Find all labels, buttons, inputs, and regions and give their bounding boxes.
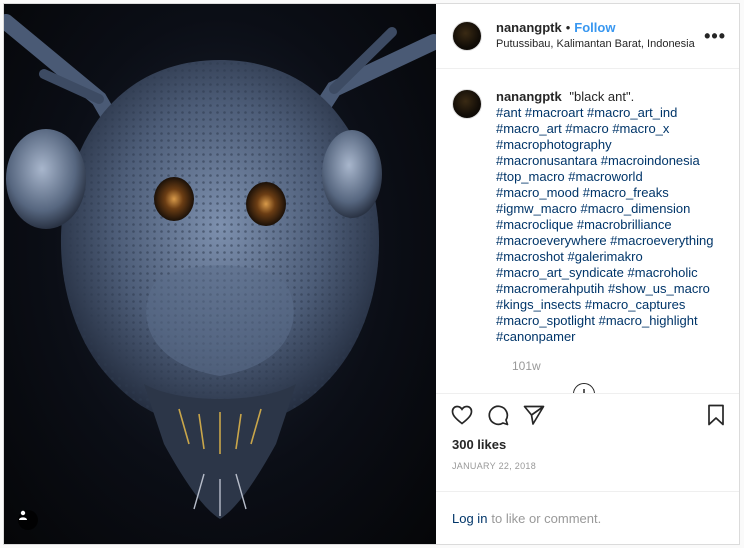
caption-text: "black ant". xyxy=(569,89,635,104)
hashtag-line[interactable]: #macroclique #macrobrilliance xyxy=(496,217,726,233)
author-avatar[interactable] xyxy=(452,21,482,51)
hashtag-line[interactable]: #macro_art_syndicate #macroholic xyxy=(496,265,726,281)
author-info: nanangptk • Follow Putussibau, Kalimantan … xyxy=(496,20,695,52)
hashtag-line[interactable]: #igmw_macro #macro_dimension xyxy=(496,201,726,217)
ant-macro-image xyxy=(4,14,436,519)
bookmark-icon[interactable] xyxy=(704,403,728,427)
follow-button[interactable]: Follow xyxy=(574,20,615,35)
hashtag-line[interactable]: #canonpamer xyxy=(496,329,726,345)
likes-count[interactable]: 300 likes xyxy=(436,435,739,457)
load-more-comments-button[interactable] xyxy=(573,383,595,393)
post-details-panel: nanangptk • Follow Putussibau, Kalimantan … xyxy=(436,4,739,544)
comments-area: nanangptk "black ant". #ant #macroart #m… xyxy=(436,69,739,393)
hashtag-line[interactable]: #macro_mood #macro_freaks xyxy=(496,185,726,201)
hashtag-line[interactable]: #kings_insects #macro_captures xyxy=(496,297,726,313)
login-prompt-text: to like or comment. xyxy=(491,510,602,526)
hashtag-line[interactable]: #macroshot #galerimakro xyxy=(496,249,726,265)
hashtag-line[interactable]: #macrophotography xyxy=(496,137,726,153)
post-location[interactable]: Putussibau, Kalimantan Barat, Indonesia xyxy=(496,36,695,52)
comment-icon[interactable] xyxy=(486,403,510,427)
caption-timestamp[interactable]: 101w xyxy=(512,359,726,373)
hashtag-line[interactable]: #macro_art #macro #macro_x xyxy=(496,121,726,137)
post-photo[interactable] xyxy=(4,4,436,544)
more-options-icon[interactable]: ••• xyxy=(704,26,726,47)
hashtag-line[interactable]: #ant #macroart #macro_art_ind xyxy=(496,105,726,121)
post-date[interactable]: JANUARY 22, 2018 xyxy=(436,457,739,491)
caption-comment: nanangptk "black ant". #ant #macroart #m… xyxy=(452,89,726,345)
hashtag-line[interactable]: #macroeverywhere #macroeverything xyxy=(496,233,726,249)
action-bar xyxy=(436,393,739,435)
post-header: nanangptk • Follow Putussibau, Kalimantan … xyxy=(436,4,739,69)
plus-icon xyxy=(583,389,585,393)
hashtag-line[interactable]: #macronusantara #macroindonesia xyxy=(496,153,726,169)
hashtag-line[interactable]: #top_macro #macroworld xyxy=(496,169,726,185)
author-username[interactable]: nanangptk xyxy=(496,20,562,35)
separator-dot: • xyxy=(565,20,571,35)
share-icon[interactable] xyxy=(522,403,546,427)
heart-icon[interactable] xyxy=(450,403,474,427)
tagged-users-button[interactable] xyxy=(18,510,38,530)
user-icon xyxy=(19,510,27,520)
caption-username[interactable]: nanangptk xyxy=(496,89,562,104)
login-link[interactable]: Log in xyxy=(452,511,487,526)
caption-body: nanangptk "black ant". #ant #macroart #m… xyxy=(496,89,726,345)
caption-author-avatar[interactable] xyxy=(452,89,482,119)
hashtag-line[interactable]: #macro_spotlight #macro_highlight xyxy=(496,313,726,329)
hashtag-list: #ant #macroart #macro_art_ind #macro_art … xyxy=(496,105,726,345)
post-container: nanangptk • Follow Putussibau, Kalimantan … xyxy=(3,3,740,545)
hashtag-line[interactable]: #macromerahputih #show_us_macro xyxy=(496,281,726,297)
login-prompt: Log in to like or comment. xyxy=(436,491,739,544)
